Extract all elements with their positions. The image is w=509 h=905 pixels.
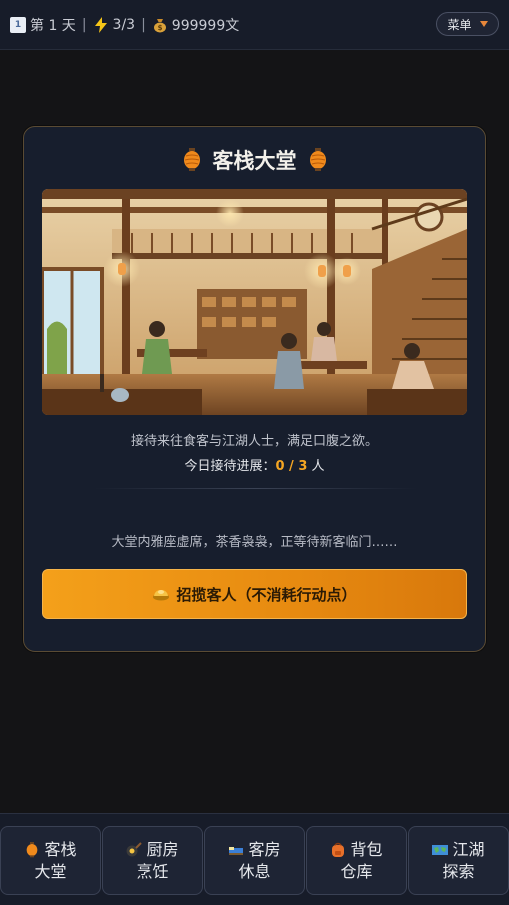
progress-unit: 人 bbox=[307, 459, 325, 474]
nav-item-guest-rooms[interactable]: 客房 休息 bbox=[204, 826, 305, 895]
energy-counter: 3/3 bbox=[112, 16, 136, 33]
hall-title: 客栈大堂 bbox=[212, 149, 297, 173]
money-bag-icon: $ bbox=[152, 17, 168, 33]
nav-item-kitchen[interactable]: 厨房 烹饪 bbox=[102, 826, 203, 895]
nav-item-backpack[interactable]: 背包 仓库 bbox=[306, 826, 407, 895]
progress-label: 今日接待进展： bbox=[184, 459, 276, 474]
nav-label-line1: 客房 bbox=[248, 839, 281, 859]
bottom-navigation: 客栈 大堂 厨房 烹饪 客房 休息 背包 仓库 江湖 探索 bbox=[0, 813, 509, 905]
nav-label-line1: 客栈 bbox=[44, 839, 77, 859]
hall-description: 接待来往食客与江湖人士，满足口腹之欲。 bbox=[130, 434, 378, 449]
status-group: 1 第 1 天 | 3/3 | $ 999999文 bbox=[10, 15, 239, 35]
nav-label-line2: 大堂 bbox=[34, 861, 67, 881]
lightning-icon bbox=[93, 16, 109, 33]
nav-item-jianghu-explore[interactable]: 江湖 探索 bbox=[408, 826, 509, 895]
nav-label-line1: 背包 bbox=[350, 839, 383, 859]
lantern-icon bbox=[309, 148, 326, 171]
menu-label: 菜单 bbox=[447, 17, 472, 32]
nav-label-line1: 厨房 bbox=[146, 839, 179, 859]
lantern-icon bbox=[183, 148, 200, 171]
nav-label-line2: 探索 bbox=[442, 861, 475, 881]
money-counter: 999999文 bbox=[171, 17, 240, 34]
gold-ingot-icon bbox=[153, 590, 170, 601]
nav-label-line2: 仓库 bbox=[340, 861, 373, 881]
inn-hall-illustration bbox=[42, 189, 467, 415]
calendar-icon: 1 bbox=[10, 16, 26, 33]
top-status-bar: 1 第 1 天 | 3/3 | $ 999999文 菜单 bbox=[0, 0, 509, 50]
ambient-text: 大堂内雅座虚席，茶香袅袅，正等待新客临门…… bbox=[111, 535, 398, 550]
recruit-guests-button[interactable]: 招揽客人（不消耗行动点） bbox=[42, 569, 467, 619]
caret-down-icon bbox=[479, 21, 488, 27]
bed-icon bbox=[229, 846, 244, 855]
menu-button[interactable]: 菜单 bbox=[436, 12, 499, 36]
backpack-icon bbox=[332, 842, 345, 857]
reception-progress: 今日接待进展：0 / 3 人 bbox=[24, 455, 485, 474]
nav-label-line2: 烹饪 bbox=[136, 861, 169, 881]
inn-hall-card: 客栈大堂 接待来往食客与江湖人士，满足口腹之欲。 今日接待进展：0 / 3 人 … bbox=[23, 126, 486, 652]
separator: | bbox=[141, 16, 146, 33]
recruit-button-label: 招揽客人（不消耗行动点） bbox=[176, 585, 357, 604]
progress-current: 0 bbox=[275, 459, 285, 474]
nav-label-line1: 江湖 bbox=[452, 839, 485, 859]
card-title: 客栈大堂 bbox=[24, 145, 485, 175]
nav-label-line2: 休息 bbox=[238, 861, 271, 881]
progress-separator: / bbox=[284, 459, 299, 474]
lantern-icon bbox=[27, 841, 38, 857]
nav-item-inn-hall[interactable]: 客栈 大堂 bbox=[0, 826, 101, 895]
day-counter: 第 1 天 bbox=[30, 17, 76, 34]
svg-text:$: $ bbox=[157, 24, 162, 32]
frying-pan-icon bbox=[126, 841, 143, 856]
world-map-icon bbox=[432, 844, 449, 855]
divider bbox=[94, 488, 417, 489]
separator: | bbox=[81, 16, 87, 33]
